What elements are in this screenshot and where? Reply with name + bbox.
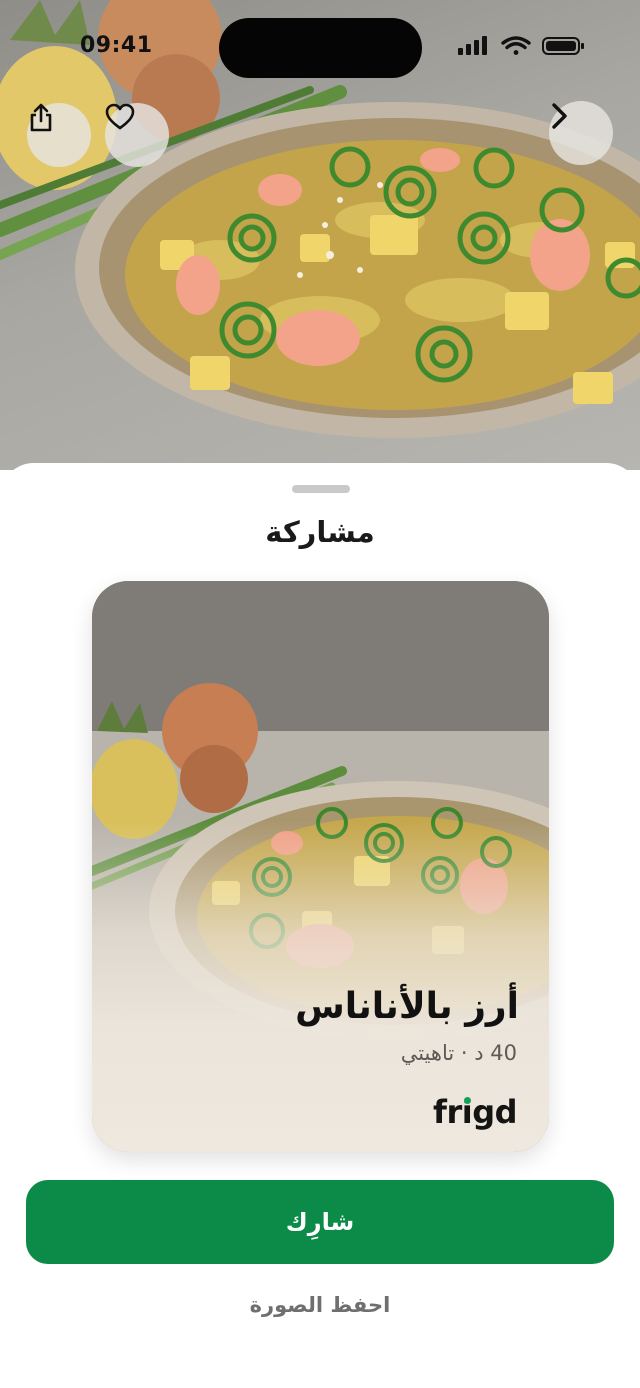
battery-icon <box>542 37 584 55</box>
share-preview-card: أرز بالأناناس 40 د · تاهيتي fr igd <box>92 581 549 1152</box>
share-sheet: مشاركة أرز بالأناناس 40 د · تاهيتي fr ig… <box>0 463 640 1388</box>
wifi-icon <box>501 36 531 55</box>
chevron-right-icon <box>552 103 567 129</box>
status-time: 09:41 <box>80 33 153 58</box>
recipe-name: أرز بالأناناس <box>295 986 519 1027</box>
cellular-signal-icon <box>458 36 487 55</box>
heart-icon <box>105 103 135 130</box>
dynamic-island <box>219 18 422 78</box>
favorite-button[interactable] <box>105 103 169 167</box>
back-button[interactable] <box>549 101 613 165</box>
share-icon <box>30 103 52 132</box>
sheet-grabber[interactable] <box>292 485 350 493</box>
save-image-link[interactable]: احفظ الصورة <box>0 1293 640 1317</box>
recipe-meta: 40 د · تاهيتي <box>400 1041 517 1065</box>
card-fade-overlay <box>92 581 549 1152</box>
share-button[interactable] <box>27 103 91 167</box>
recipe-hero-image: 09:41 <box>0 0 640 470</box>
brand-logo: fr igd <box>433 1093 517 1131</box>
share-action-button[interactable]: شارِك <box>26 1180 614 1264</box>
sheet-title: مشاركة <box>265 515 375 549</box>
